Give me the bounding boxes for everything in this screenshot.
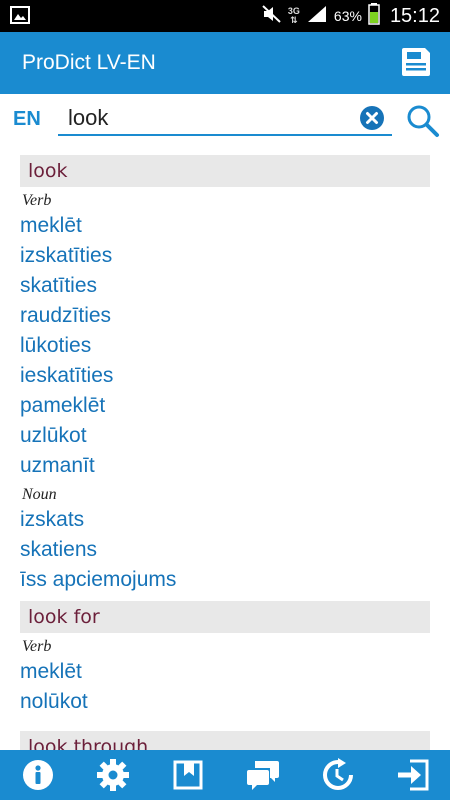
part-of-speech-label: Verb (22, 192, 52, 209)
history-icon[interactable] (318, 755, 358, 795)
translation-item[interactable]: meklēt (20, 657, 450, 687)
search-bar: EN (0, 94, 450, 152)
translation-item[interactable]: skatīties (20, 271, 450, 301)
network-type-indicator: 3G ⇅ (287, 6, 300, 25)
search-input[interactable] (58, 102, 392, 136)
part-of-speech-label: Verb (22, 638, 52, 655)
results-list[interactable]: look Verb meklēt izskatīties skatīties r… (0, 152, 450, 750)
translation-item[interactable]: raudzīties (20, 301, 450, 331)
entry-headword[interactable]: look for (20, 601, 430, 633)
signal-icon (306, 5, 328, 28)
translation-item[interactable]: lūkoties (20, 331, 450, 361)
translation-item[interactable]: pameklēt (20, 391, 450, 421)
clear-icon[interactable] (360, 106, 384, 130)
settings-icon[interactable] (93, 755, 133, 795)
battery-percentage: 63% (333, 8, 362, 24)
status-bar: 3G ⇅ 63% 15:12 (0, 0, 450, 32)
clock: 15:12 (389, 4, 440, 27)
translation-item[interactable]: meklēt (20, 211, 450, 241)
search-icon[interactable] (406, 104, 440, 138)
entry-headword[interactable]: look (20, 155, 430, 187)
translation-item[interactable]: uzlūkot (20, 421, 450, 451)
translation-item[interactable]: uzmanīt (20, 451, 450, 481)
translation-item[interactable]: izskatīties (20, 241, 450, 271)
save-icon[interactable] (398, 44, 434, 80)
language-selector[interactable]: EN (13, 108, 41, 131)
info-icon[interactable] (18, 755, 58, 795)
chat-icon[interactable] (243, 755, 283, 795)
translation-item[interactable]: ieskatīties (20, 361, 450, 391)
bookmark-icon[interactable] (168, 755, 208, 795)
translation-item[interactable]: nolūkot (20, 687, 450, 717)
entry-headword[interactable]: look through (20, 731, 430, 750)
bottom-toolbar (0, 750, 450, 800)
exit-icon[interactable] (393, 755, 433, 795)
network-type-label: 3G (287, 6, 300, 16)
translation-item[interactable]: skatiens (20, 535, 450, 565)
translation-item[interactable]: īss apciemojums (20, 565, 450, 595)
translation-item[interactable]: izskats (20, 505, 450, 535)
mute-icon (262, 4, 282, 28)
gallery-notification-icon (10, 6, 30, 29)
part-of-speech-label: Noun (22, 486, 57, 503)
app-title: ProDict LV-EN (22, 51, 156, 74)
battery-icon (368, 2, 380, 30)
action-bar: ProDict LV-EN (0, 32, 450, 94)
